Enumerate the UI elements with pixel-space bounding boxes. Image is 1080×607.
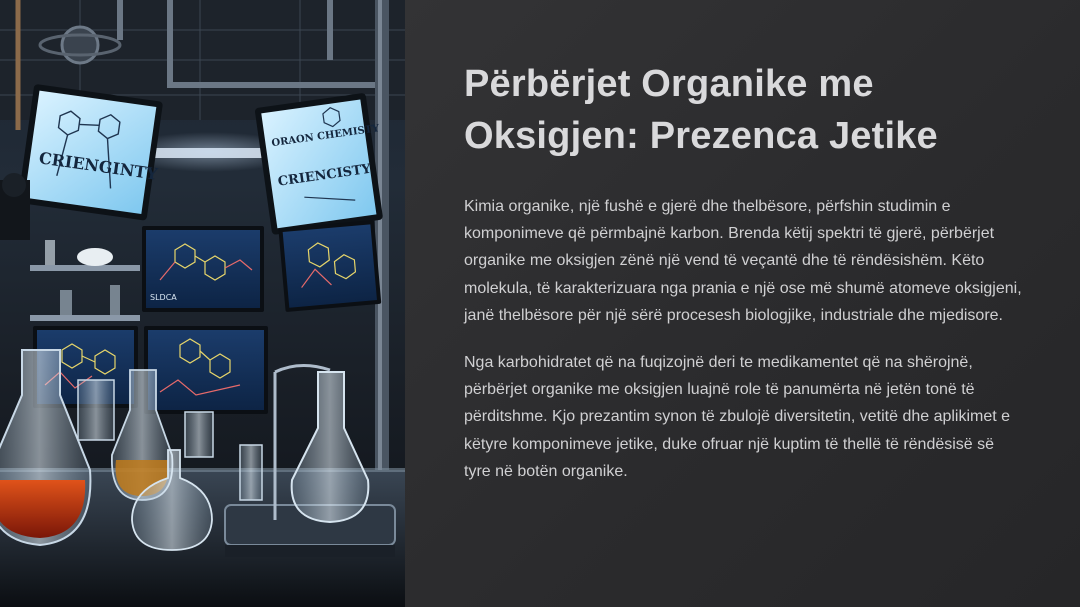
content-panel: Përbërjet Organike me Oksigjen: Prezenca… — [405, 0, 1080, 607]
mid-left-monitor-label: SLDCA — [150, 293, 177, 302]
intro-paragraph: Kimia organike, një fushë e gjerë dhe th… — [464, 198, 1022, 324]
lab-illustration: CRIENGINTY ORAON CHEMISTY CRIENCISTY SLD… — [0, 0, 405, 607]
second-paragraph: Nga karbohidratet që na fuqizojnë deri t… — [464, 354, 1011, 480]
slide-title: Përbërjet Organike me Oksigjen: Prezenca… — [464, 63, 938, 157]
lab-scene-image: CRIENGINTY ORAON CHEMISTY CRIENCISTY SLD… — [0, 0, 405, 607]
slide: CRIENGINTY ORAON CHEMISTY CRIENCISTY SLD… — [0, 0, 1080, 607]
